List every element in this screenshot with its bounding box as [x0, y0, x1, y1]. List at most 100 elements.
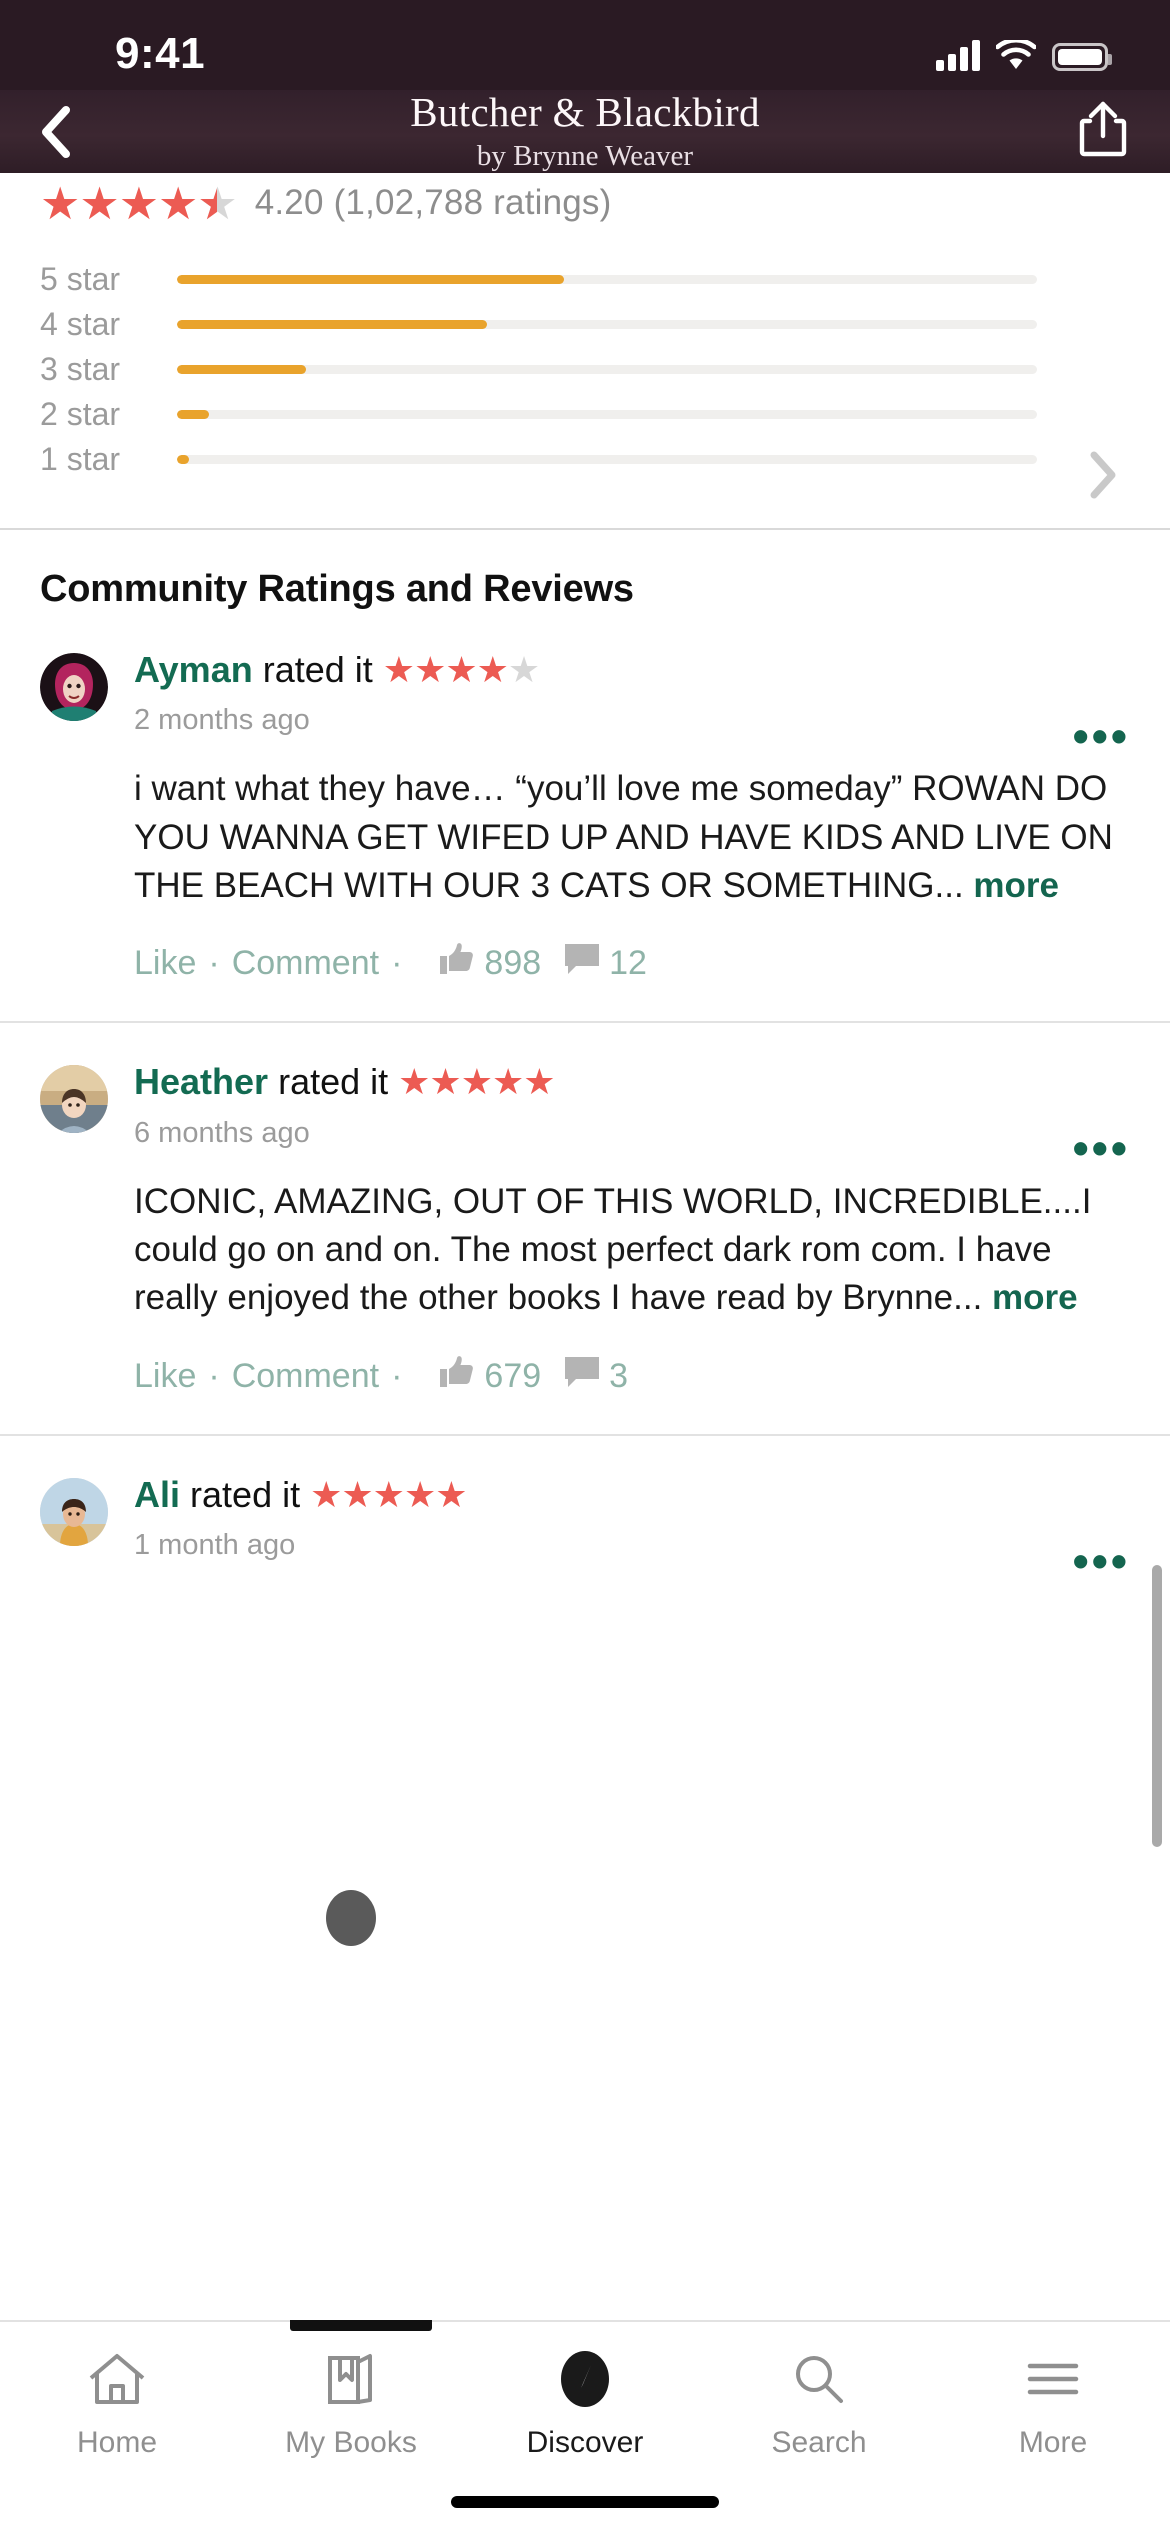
overflow-menu-icon[interactable]: •••: [1073, 1126, 1130, 1171]
review-timestamp: 1 month ago: [134, 1528, 296, 1561]
thumbs-up-icon: [436, 940, 476, 987]
histogram-track-4: [177, 320, 1037, 329]
histogram-row-2[interactable]: 2 star: [40, 392, 1170, 437]
histogram-fill-5: [177, 275, 564, 284]
review-text: i want what they have… “you’ll love me s…: [134, 769, 1113, 905]
bottom-tab-bar[interactable]: Home My Books Discover Search More: [0, 2320, 1170, 2532]
battery-icon: [1052, 43, 1112, 71]
status-bar-time: 9:41: [115, 29, 206, 78]
wifi-icon: [995, 37, 1037, 71]
thumbs-up-icon: [436, 1353, 476, 1400]
tab-my-books[interactable]: My Books: [234, 2322, 468, 2472]
reviewer-line: Ayman rated it ★ ★ ★ ★ ★: [134, 649, 1130, 690]
reviewer-name[interactable]: Ayman: [134, 649, 253, 690]
histogram-fill-2: [177, 410, 209, 419]
tab-more[interactable]: More: [936, 2322, 1170, 2472]
review-actions: Like · Comment · 679 3: [40, 1323, 1130, 1434]
tab-label-search: Search: [771, 2426, 867, 2459]
comment-count-metric[interactable]: 12: [563, 941, 647, 986]
header-titles: Butcher & Blackbird by Brynne Weaver: [410, 92, 760, 171]
comment-count: 12: [609, 944, 647, 983]
review-star-rating: ★ ★ ★ ★ ★: [310, 1473, 467, 1515]
back-button[interactable]: [0, 90, 110, 173]
like-button[interactable]: Like: [134, 1357, 196, 1396]
review-body: i want what they have… “you’ll love me s…: [40, 737, 1130, 910]
avatar[interactable]: [40, 1477, 108, 1546]
histogram-label-1: 1 star: [40, 441, 121, 477]
histogram-row-3[interactable]: 3 star: [40, 347, 1170, 392]
action-separator: ·: [391, 1356, 403, 1395]
comment-count-metric[interactable]: 3: [563, 1354, 628, 1399]
review-star-rating: ★ ★ ★ ★ ★: [398, 1061, 555, 1103]
review-item[interactable]: Heather rated it ★ ★ ★ ★ ★ 6 months ago ••• I…: [0, 1023, 1170, 1433]
search-icon: [788, 2348, 850, 2410]
avatar[interactable]: [40, 1065, 108, 1134]
review-header-text: Ayman rated it ★ ★ ★ ★ ★ 2 months ago: [134, 649, 1130, 737]
histogram-track-1: [177, 455, 1037, 464]
review-text: ICONIC, AMAZING, OUT OF THIS WORLD, INCR…: [134, 1181, 1092, 1318]
review-header-text: Ali rated it ★ ★ ★ ★ ★ 1 month ago: [134, 1474, 1130, 1562]
tab-label-my-books: My Books: [285, 2426, 417, 2459]
review-more-link[interactable]: more: [973, 866, 1059, 905]
action-separator: ·: [208, 944, 220, 983]
histogram-label-5: 5 star: [40, 261, 121, 297]
scroll-content[interactable]: ★★★★★★ 4.20 (1,02,788 ratings) 5 star 4 …: [0, 173, 1170, 2412]
histogram-row-4[interactable]: 4 star: [40, 302, 1170, 347]
overflow-menu-icon[interactable]: •••: [1073, 713, 1130, 758]
reviewer-name[interactable]: Heather: [134, 1061, 268, 1102]
hamburger-menu-icon: [1022, 2348, 1084, 2410]
review-body: ICONIC, AMAZING, OUT OF THIS WORLD, INCR…: [40, 1150, 1130, 1323]
reviewer-name[interactable]: Ali: [134, 1474, 180, 1515]
rated-it-label: rated it: [278, 1061, 389, 1103]
share-button[interactable]: [1078, 90, 1128, 173]
comment-button[interactable]: Comment: [232, 1357, 379, 1396]
tab-discover[interactable]: Discover: [468, 2322, 702, 2472]
scrollbar-thumb[interactable]: [1152, 1565, 1162, 1847]
page-title: Butcher & Blackbird: [410, 89, 760, 135]
review-actions: Like · Comment · 898 12: [40, 910, 1130, 1021]
review-header: Ayman rated it ★ ★ ★ ★ ★ 2 months ago: [40, 611, 1130, 737]
chevron-left-icon: [36, 105, 74, 159]
like-count-metric[interactable]: 679: [436, 1353, 541, 1400]
compass-icon: [554, 2348, 616, 2410]
summary-star-rating: ★★★★★★: [40, 177, 238, 229]
action-separator: ·: [391, 944, 403, 983]
share-icon: [1078, 100, 1128, 163]
like-button[interactable]: Like: [134, 944, 196, 983]
tab-home[interactable]: Home: [0, 2322, 234, 2472]
histogram-row-1[interactable]: 1 star: [40, 437, 1170, 482]
status-bar-icons: [936, 37, 1112, 71]
ratings-summary-card[interactable]: ★★★★★★ 4.20 (1,02,788 ratings) 5 star 4 …: [0, 175, 1170, 528]
tab-label-discover: Discover: [526, 2426, 644, 2459]
reviewer-line: Ali rated it ★ ★ ★ ★ ★: [134, 1474, 1130, 1515]
histogram-label-4: 4 star: [40, 306, 121, 342]
overflow-menu-icon[interactable]: •••: [1073, 1538, 1130, 1583]
rated-it-label: rated it: [262, 649, 373, 690]
cellular-signal-icon: [936, 39, 980, 71]
histogram-fill-4: [177, 320, 487, 329]
review-star-rating: ★ ★ ★ ★ ★: [382, 649, 540, 690]
review-item[interactable]: Ali rated it ★ ★ ★ ★ ★ 1 month ago •••: [0, 1436, 1170, 1583]
tab-search[interactable]: Search: [702, 2322, 936, 2472]
section-title: Community Ratings and Reviews: [40, 568, 634, 610]
rating-summary-row: ★★★★★★ 4.20 (1,02,788 ratings): [0, 175, 1170, 231]
chevron-right-icon[interactable]: [1088, 451, 1118, 504]
action-separator: ·: [208, 1356, 220, 1395]
histogram-fill-1: [177, 455, 190, 464]
review-timestamp: 6 months ago: [134, 1116, 310, 1149]
review-item[interactable]: Ayman rated it ★ ★ ★ ★ ★ 2 months ago ••• i w…: [0, 611, 1170, 1021]
page-subtitle: by Brynne Weaver: [476, 140, 694, 172]
histogram-row-5[interactable]: 5 star: [40, 257, 1170, 302]
like-count: 679: [484, 1356, 542, 1395]
home-indicator: [451, 2496, 719, 2508]
tab-label-home: Home: [76, 2426, 158, 2459]
avatar[interactable]: [40, 653, 108, 721]
home-icon: [86, 2348, 148, 2410]
histogram-fill-3: [177, 365, 306, 374]
review-more-link[interactable]: more: [992, 1278, 1078, 1317]
like-count-metric[interactable]: 898: [436, 940, 541, 987]
rated-it-label: rated it: [190, 1473, 301, 1515]
comment-bubble-icon: [563, 941, 601, 986]
comment-button[interactable]: Comment: [232, 944, 379, 983]
histogram-track-2: [177, 410, 1037, 419]
